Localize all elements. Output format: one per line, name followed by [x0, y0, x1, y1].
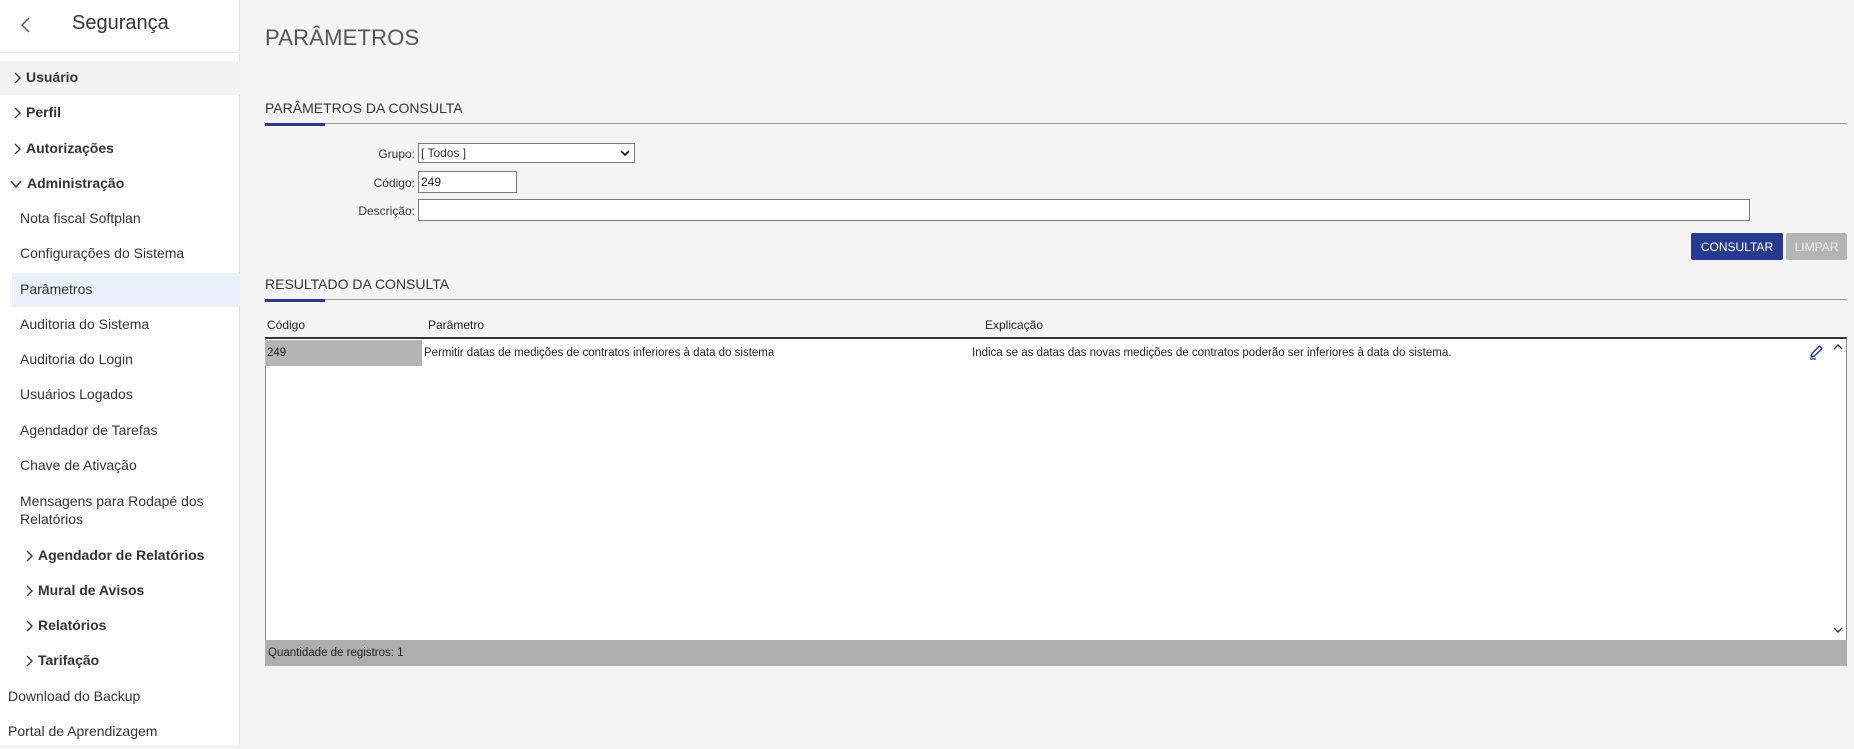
sidebar-item-agendador-tarefas[interactable]: Agendador de Tarefas	[0, 414, 240, 448]
sidebar-item-chave-ativacao[interactable]: Chave de Ativação	[0, 449, 240, 483]
page-title: PARÂMETROS	[265, 25, 420, 50]
sidebar-item-auditoria-login[interactable]: Auditoria do Login	[0, 343, 240, 377]
chevron-right-icon	[26, 550, 33, 562]
sidebar-item-download-backup[interactable]: Download do Backup	[0, 680, 240, 714]
sidebar-item-label: Parâmetros	[20, 281, 93, 297]
chevron-right-icon	[14, 143, 21, 155]
query-section-accent	[265, 123, 325, 126]
sidebar-item-label: Nota fiscal Softplan	[20, 210, 141, 226]
sidebar-item-usuario[interactable]: Usuário	[0, 61, 240, 95]
chevron-right-icon	[14, 72, 21, 84]
limpar-button[interactable]: LIMPAR	[1786, 233, 1847, 260]
sidebar-item-nota-fiscal[interactable]: Nota fiscal Softplan	[0, 202, 240, 236]
column-header-explicacao[interactable]: Explicação	[985, 318, 1043, 332]
chevron-left-icon[interactable]	[16, 13, 36, 37]
sidebar-item-label: Agendador de Relatórios	[38, 547, 205, 563]
sidebar-header: Segurança	[0, 0, 240, 53]
query-section-title: PARÂMETROS DA CONSULTA	[265, 100, 463, 116]
results-section-divider	[265, 299, 1847, 300]
sidebar-item-portal-aprendizagem[interactable]: Portal de Aprendizagem	[0, 715, 240, 749]
results-grid	[265, 337, 1847, 641]
sidebar-item-label: Mural de Avisos	[38, 582, 145, 598]
column-header-parametro[interactable]: Parâmetro	[428, 318, 484, 332]
cell-parametro[interactable]: Permitir datas de medições de contratos …	[424, 340, 774, 366]
pencil-icon[interactable]	[1808, 344, 1824, 360]
sidebar-item-autorizacoes[interactable]: Autorizações	[0, 132, 240, 166]
sidebar-item-label: Auditoria do Sistema	[20, 316, 150, 332]
sidebar-item-label: Mensagens para Rodapé dos Relatórios	[20, 493, 204, 527]
grupo-label: Grupo:	[378, 147, 415, 161]
sidebar-item-label: Portal de Aprendizagem	[8, 723, 158, 739]
sidebar-item-label: Auditoria do Login	[20, 351, 133, 367]
sidebar-item-administracao[interactable]: Administração	[0, 167, 240, 201]
results-section-accent	[265, 299, 325, 302]
chevron-down-icon	[10, 180, 22, 189]
sidebar-item-tarifacao[interactable]: Tarifação	[0, 644, 240, 678]
sidebar-item-label: Download do Backup	[8, 688, 141, 704]
chevron-down-icon	[620, 150, 630, 157]
sidebar-item-mural-avisos[interactable]: Mural de Avisos	[0, 574, 240, 608]
record-count-text: Quantidade de registros: 1	[268, 647, 404, 659]
cell-explicacao[interactable]: Indica se as datas das novas medições de…	[972, 340, 1451, 366]
codigo-label: Código:	[373, 176, 415, 190]
sidebar-item-label: Usuários Logados	[20, 386, 133, 402]
sidebar-item-label: Perfil	[26, 104, 62, 120]
sidebar-item-perfil[interactable]: Perfil	[0, 96, 240, 130]
sidebar-item-label: Usuário	[26, 69, 79, 85]
sidebar-item-label: Configurações do Sistema	[20, 245, 185, 261]
chevron-right-icon	[26, 585, 33, 597]
sidebar-item-label: Relatórios	[38, 617, 107, 633]
descricao-label: Descrição:	[358, 204, 415, 218]
sidebar-item-usuarios-logados[interactable]: Usuários Logados	[0, 378, 240, 412]
sidebar-item-parametros[interactable]: Parâmetros	[12, 273, 240, 307]
scroll-up-icon[interactable]	[1832, 342, 1844, 352]
results-section-title: RESULTADO DA CONSULTA	[265, 276, 450, 292]
chevron-right-icon	[26, 620, 33, 632]
grupo-select[interactable]: [ Todos ]	[418, 143, 635, 163]
chevron-right-icon	[14, 107, 21, 119]
grupo-select-value: [ Todos ]	[421, 146, 467, 160]
sidebar-item-label: Autorizações	[26, 140, 114, 156]
cell-codigo[interactable]: 249	[265, 340, 422, 366]
record-count-bar: Quantidade de registros: 1	[265, 640, 1847, 666]
consultar-button[interactable]: CONSULTAR	[1691, 233, 1783, 260]
sidebar-item-agendador-relatorios[interactable]: Agendador de Relatórios	[0, 539, 240, 573]
codigo-input[interactable]: 249	[418, 171, 517, 193]
sidebar: Segurança Usuário Perfil Autorizações Ad…	[0, 0, 240, 745]
chevron-right-icon	[26, 655, 33, 667]
sidebar-item-relatorios[interactable]: Relatórios	[0, 609, 240, 643]
sidebar-title: Segurança	[72, 12, 169, 34]
descricao-input[interactable]	[418, 199, 1750, 221]
sidebar-item-label: Tarifação	[38, 652, 100, 668]
column-header-codigo[interactable]: Código	[267, 318, 305, 332]
sidebar-item-label: Agendador de Tarefas	[20, 422, 158, 438]
sidebar-item-configuracoes[interactable]: Configurações do Sistema	[0, 237, 240, 271]
sidebar-item-label: Chave de Ativação	[20, 457, 137, 473]
sidebar-item-label: Administração	[27, 175, 125, 191]
scroll-down-icon[interactable]	[1832, 625, 1844, 635]
sidebar-item-auditoria-sistema[interactable]: Auditoria do Sistema	[0, 308, 240, 342]
query-section-divider	[265, 123, 1847, 124]
sidebar-item-mensagens-rodape[interactable]: Mensagens para Rodapé dos Relatórios	[0, 486, 240, 534]
